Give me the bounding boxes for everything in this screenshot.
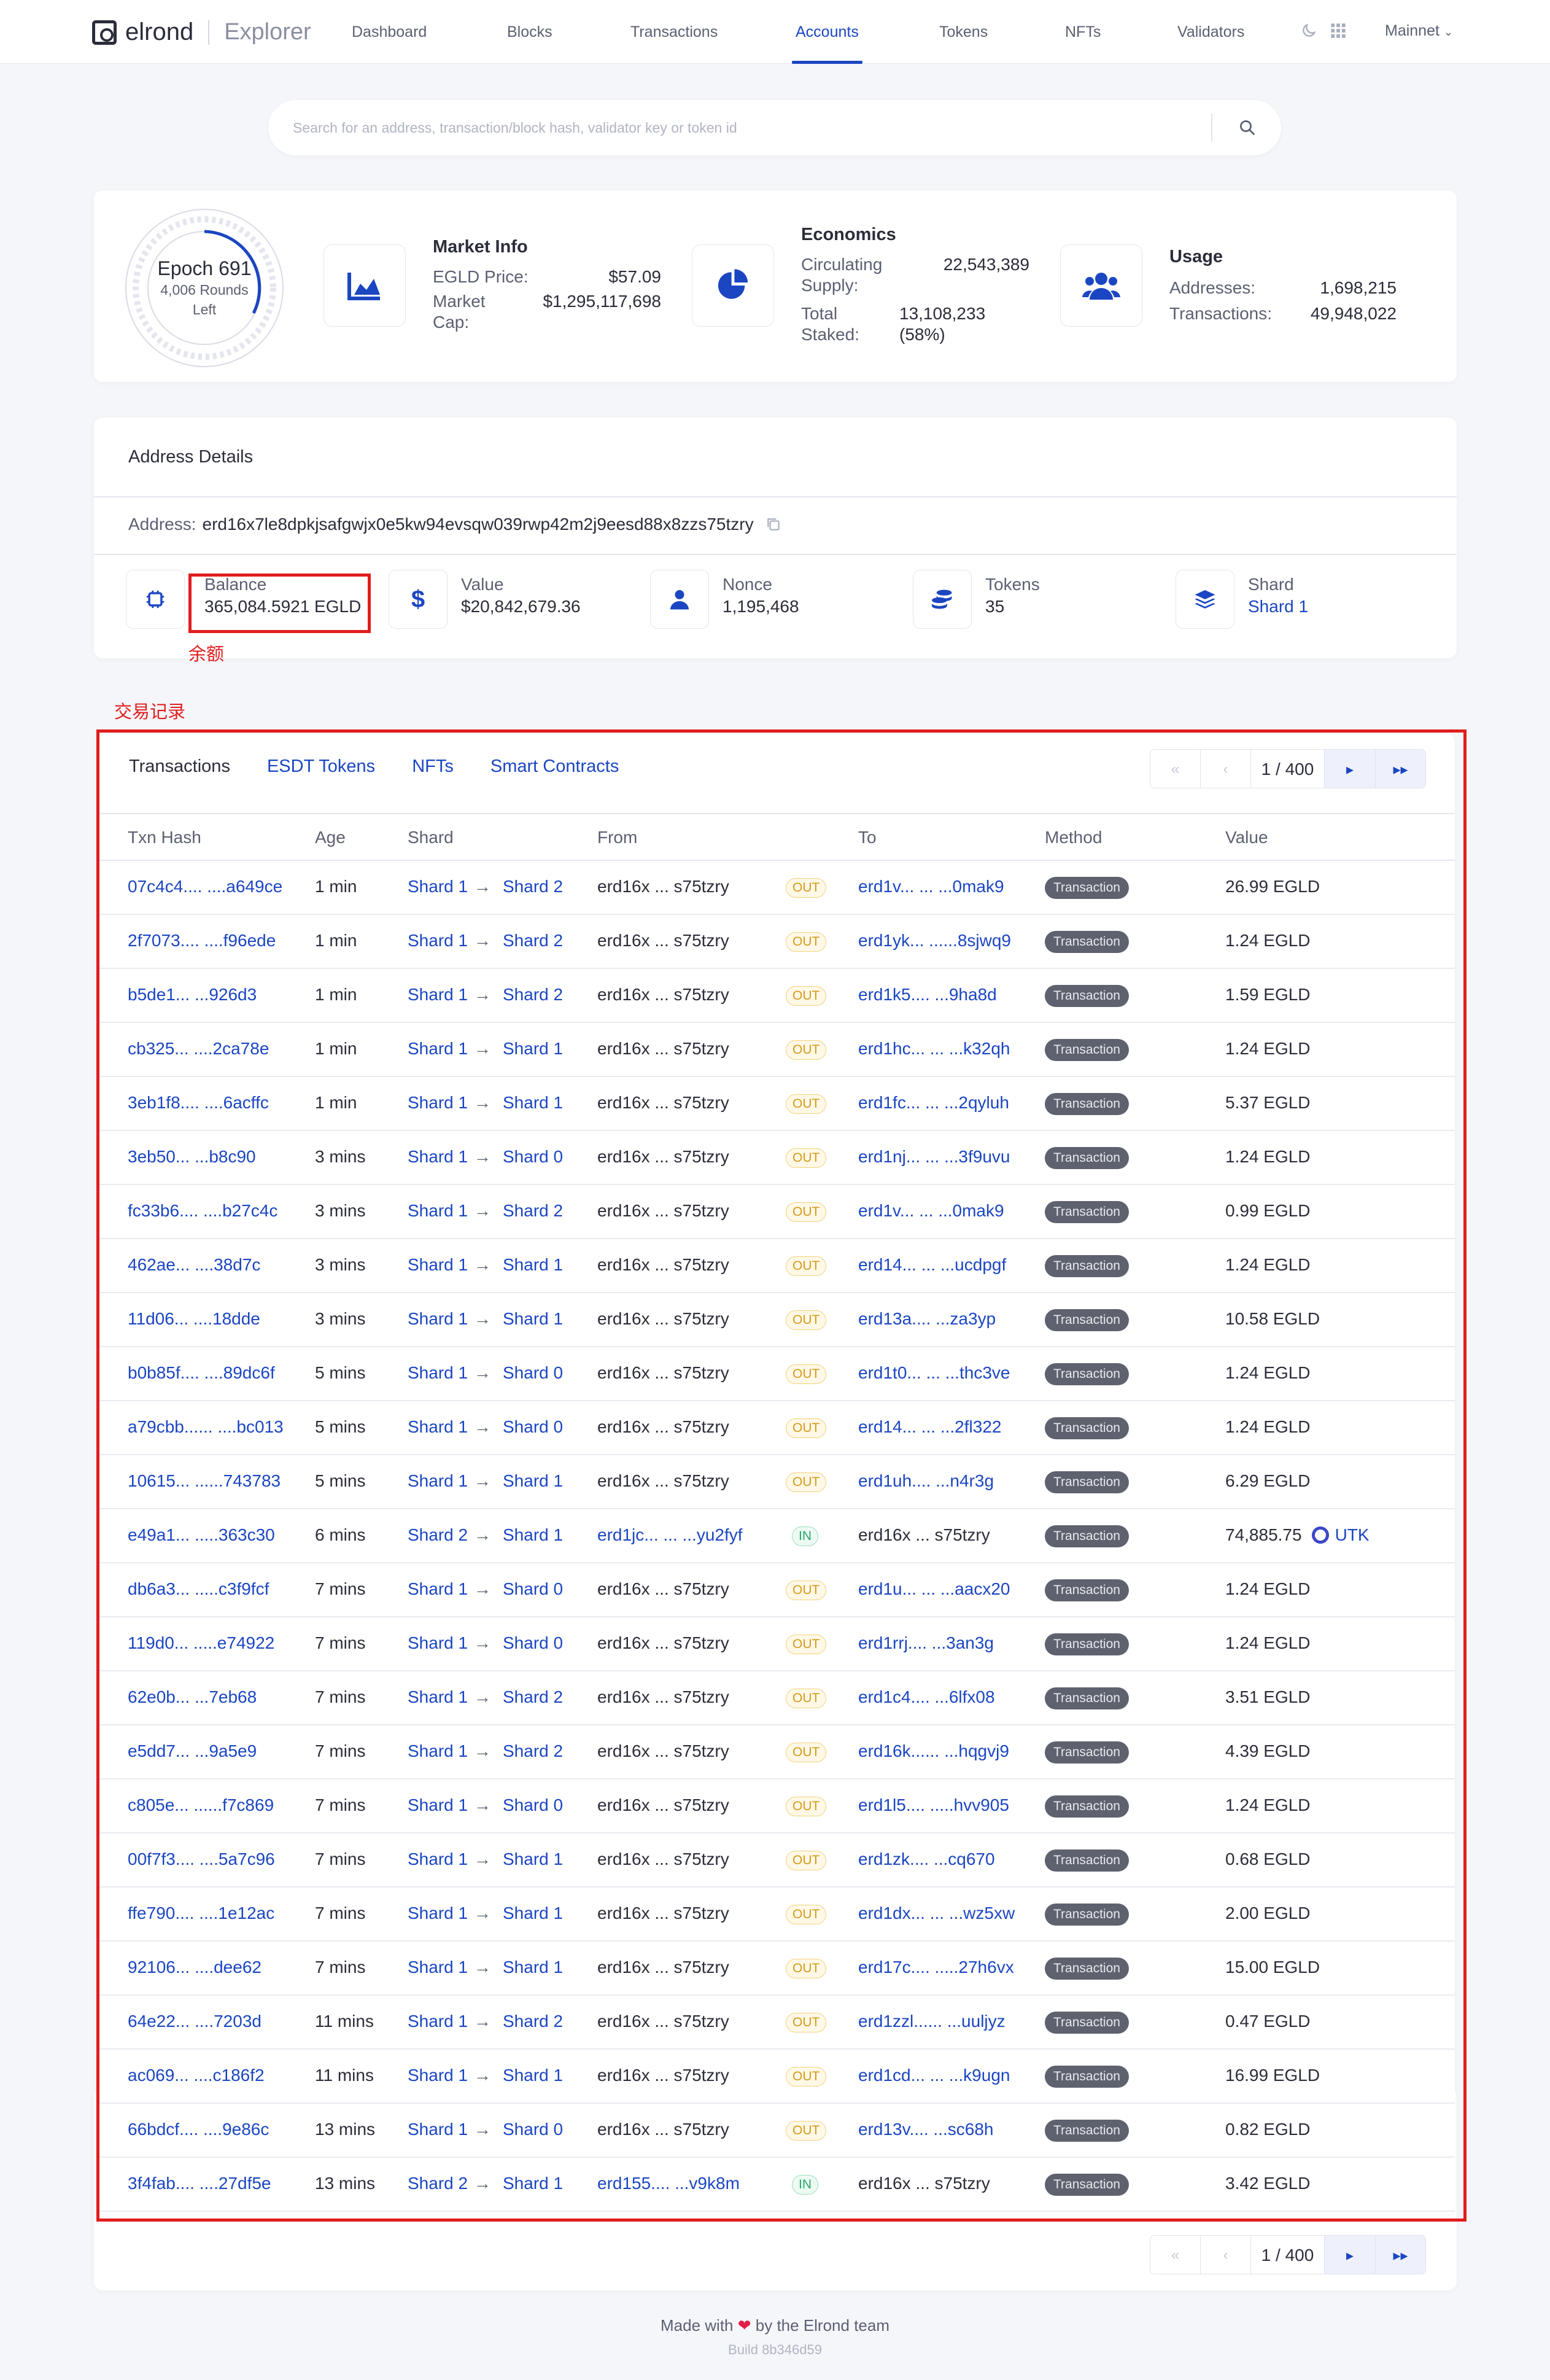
address-value: erd16x7le8dpkjsafgwjx0e5kw94evsqw039rwp4…	[202, 515, 754, 534]
usage-title: Usage	[1169, 247, 1223, 266]
nav-blocks[interactable]: Blocks	[507, 0, 552, 64]
nav-tokens[interactable]: Tokens	[939, 0, 988, 64]
market-chart-icon	[324, 244, 406, 327]
total-staked-value: 13,108,233	[899, 304, 986, 323]
value-value: $20,842,679.36	[461, 597, 581, 616]
top-icons	[1300, 22, 1347, 39]
nav-transactions[interactable]: Transactions	[630, 0, 718, 64]
epoch-rounds: 4,006 Rounds	[160, 281, 249, 298]
address-details-title: Address Details	[128, 447, 254, 467]
users-icon	[1060, 244, 1142, 327]
market-cap-label-2: Cap:	[433, 313, 470, 332]
search-icon[interactable]	[1238, 119, 1257, 137]
first-page-button[interactable]: «	[1150, 2236, 1201, 2274]
nav-validators[interactable]: Validators	[1177, 0, 1244, 64]
nav-nfts[interactable]: NFTs	[1065, 0, 1101, 64]
coins-icon	[913, 570, 972, 629]
nonce-value: 1,195,468	[723, 597, 799, 616]
pie-chart-icon	[692, 244, 774, 327]
shard-label: Shard	[1248, 575, 1294, 594]
copy-icon[interactable]	[765, 516, 781, 532]
footer: Made with ❤ by the Elrond team	[0, 2316, 1550, 2335]
elrond-logo[interactable]: elrond Explorer	[92, 18, 311, 46]
epoch-title: Epoch 691	[157, 257, 252, 279]
epoch-widget: Epoch 691 4,006 Rounds Left	[112, 205, 296, 371]
balance-annotation: 余额	[188, 644, 225, 664]
next-page-button[interactable]: ▸	[1325, 2236, 1375, 2274]
addresses-label: Addresses:	[1169, 278, 1256, 297]
transactions-highlight-box	[96, 729, 1467, 2222]
tokens-value: 35	[985, 597, 1005, 616]
market-cap-value: $1,295,117,698	[543, 292, 661, 311]
transactions-annotation: 交易记录	[114, 701, 186, 722]
footer-team: by the Elrond team	[755, 2316, 889, 2335]
build-version: Build 8b346d59	[728, 2342, 822, 2357]
market-cap-label-1: Market	[433, 292, 486, 311]
balance-highlight-box	[188, 574, 371, 633]
divider	[94, 496, 1457, 497]
top-navbar: elrond Explorer Dashboard Blocks Transac…	[0, 0, 1550, 64]
staked-label-1: Total	[801, 304, 838, 323]
heart-icon: ❤	[737, 2316, 751, 2335]
divider	[94, 554, 1457, 555]
address-label: Address:	[128, 515, 196, 534]
dollar-icon: $	[389, 570, 448, 629]
nav-dashboard[interactable]: Dashboard	[352, 0, 427, 64]
market-info-title: Market Info	[433, 237, 528, 257]
chip-icon	[126, 570, 185, 629]
search-bar	[268, 100, 1281, 155]
epoch-text: Epoch 691 4,006 Rounds Left	[112, 205, 296, 371]
value-label: Value	[461, 575, 504, 594]
circulating-supply-value: 22,543,389	[943, 255, 1029, 274]
circulating-label-1: Circulating	[801, 255, 883, 274]
transactions-value: 49,948,022	[1310, 304, 1397, 323]
brand-name: elrond	[125, 18, 194, 45]
economics-title: Economics	[801, 225, 896, 244]
shard-link[interactable]: Shard 1	[1248, 597, 1308, 616]
egld-price-label: EGLD Price:	[433, 267, 529, 286]
transactions-label: Transactions:	[1169, 304, 1273, 323]
tokens-label: Tokens	[985, 575, 1040, 594]
apps-grid-icon[interactable]	[1330, 22, 1347, 39]
brand-product: Explorer	[224, 19, 311, 45]
moon-icon[interactable]	[1300, 22, 1317, 39]
footer-made-with: Made with	[661, 2316, 734, 2335]
nav-accounts[interactable]: Accounts	[792, 0, 862, 64]
elrond-logo-icon	[92, 20, 117, 45]
address-row: Address: erd16x7le8dpkjsafgwjx0e5kw94evsq…	[128, 515, 781, 534]
page-indicator: 1 / 400	[1251, 2236, 1325, 2274]
layers-icon	[1176, 570, 1234, 629]
search-input[interactable]	[293, 100, 1214, 155]
nonce-label: Nonce	[723, 575, 772, 594]
user-icon	[650, 570, 709, 629]
network-stats-card: Epoch 691 4,006 Rounds Left Market Info …	[94, 190, 1457, 382]
logo-divider	[208, 20, 210, 45]
staked-label-2: Staked:	[801, 325, 859, 344]
total-staked-percent: (58%)	[899, 325, 945, 344]
search-divider	[1211, 114, 1212, 142]
network-label: Mainnet	[1385, 22, 1440, 39]
chevron-down-icon: ⌄	[1443, 26, 1453, 38]
egld-price-value: $57.09	[608, 267, 661, 286]
addresses-value: 1,698,215	[1320, 278, 1397, 297]
pagination-bottom: « ‹ 1 / 400 ▸ ▸▸	[1150, 2235, 1426, 2274]
circulating-label-2: Supply:	[801, 276, 859, 295]
network-selector[interactable]: Mainnet ⌄	[1385, 22, 1453, 40]
last-page-button[interactable]: ▸▸	[1375, 2236, 1425, 2274]
prev-page-button[interactable]: ‹	[1201, 2236, 1251, 2274]
epoch-rounds-left: Left	[192, 301, 217, 317]
